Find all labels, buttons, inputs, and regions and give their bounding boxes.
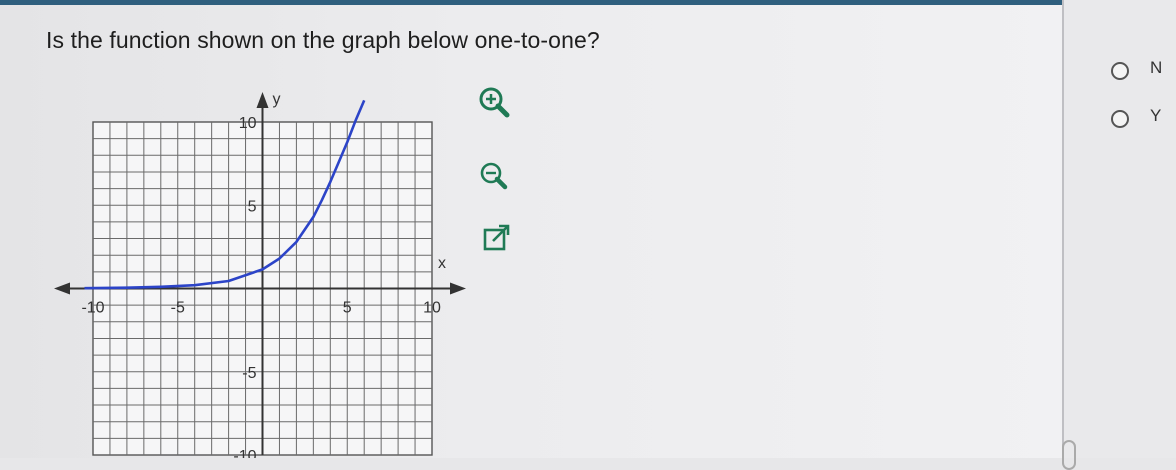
- zoom-out-icon: [480, 162, 508, 190]
- y-tick-label: 10: [239, 115, 257, 132]
- y-axis-arrow: [256, 92, 269, 108]
- zoom-in-icon: [479, 87, 510, 118]
- option-n-label: N: [1150, 58, 1163, 77]
- x-axis-left-arrow: [54, 282, 70, 295]
- x-axis-right-arrow: [450, 282, 466, 295]
- y-axis-label: y: [273, 91, 281, 108]
- x-axis-label: x: [438, 255, 446, 272]
- zoom-out-button[interactable]: [474, 156, 514, 196]
- option-y-label: Y: [1150, 106, 1162, 125]
- function-graph: x y -10 -5 5 10 10 5 -5 -10: [54, 91, 466, 458]
- open-external-button[interactable]: [476, 218, 516, 258]
- zoom-in-button[interactable]: [474, 82, 514, 122]
- x-tick-label: 5: [343, 300, 352, 317]
- x-tick-label: 10: [423, 300, 441, 317]
- radio-option-n[interactable]: [1111, 62, 1129, 80]
- y-tick-label: -5: [242, 365, 256, 382]
- y-tick-label: 5: [248, 198, 257, 215]
- radio-option-y[interactable]: [1111, 110, 1129, 128]
- panel-scroll-handle[interactable]: [1062, 440, 1076, 470]
- open-external-icon: [483, 224, 510, 251]
- x-tick-label: -5: [171, 300, 185, 317]
- y-tick-label: -10: [233, 448, 256, 458]
- x-tick-label: -10: [81, 300, 104, 317]
